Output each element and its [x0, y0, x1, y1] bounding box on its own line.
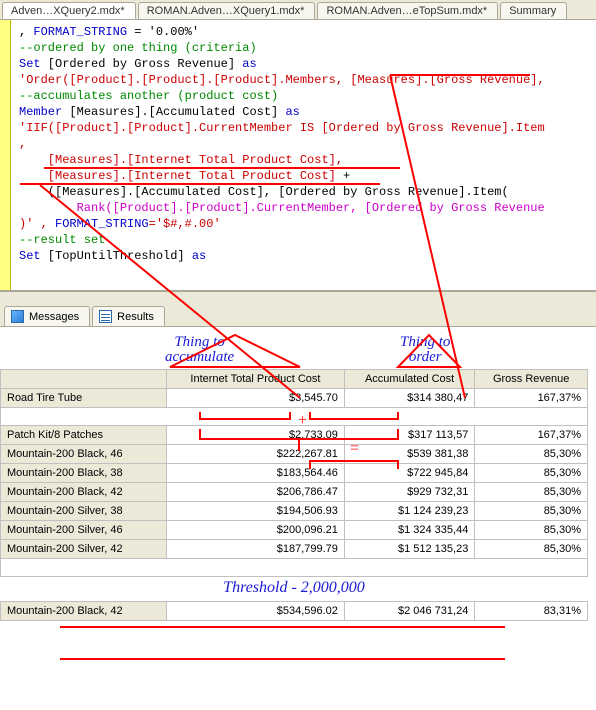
file-tab[interactable]: Summary: [500, 2, 567, 19]
row-header[interactable]: Mountain-200 Black, 42: [1, 602, 167, 621]
cell[interactable]: $194,506.93: [167, 502, 345, 521]
cell[interactable]: $1 512 135,23: [344, 540, 474, 559]
cell[interactable]: $3,545.70: [167, 389, 345, 408]
cell[interactable]: $314 380,47: [344, 389, 474, 408]
cell[interactable]: $1 124 239,23: [344, 502, 474, 521]
cell[interactable]: $200,096.21: [167, 521, 345, 540]
cell[interactable]: 85,30%: [475, 521, 588, 540]
cell[interactable]: 85,30%: [475, 502, 588, 521]
cell[interactable]: 85,30%: [475, 445, 588, 464]
cell[interactable]: $187,799.79: [167, 540, 345, 559]
row-header[interactable]: Mountain-200 Silver, 38: [1, 502, 167, 521]
header-row: Internet Total Product Cost Accumulated …: [1, 370, 588, 389]
cell[interactable]: 167,37%: [475, 426, 588, 445]
col-header[interactable]: Accumulated Cost: [344, 370, 474, 389]
annotation-order: Thing to order: [400, 335, 450, 365]
tab-label: Messages: [29, 311, 79, 323]
cell[interactable]: 83,31%: [475, 602, 588, 621]
results-icon: [99, 310, 112, 323]
cell[interactable]: 167,37%: [475, 389, 588, 408]
annotation-threshold: Threshold - 2,000,000: [1, 577, 588, 601]
col-header[interactable]: [1, 370, 167, 389]
row-header[interactable]: Mountain-200 Silver, 46: [1, 521, 167, 540]
results-tabs: Messages Results: [0, 291, 596, 327]
cell[interactable]: $206,786.47: [167, 483, 345, 502]
row-header[interactable]: Mountain-200 Silver, 42: [1, 540, 167, 559]
table-row: Mountain-200 Silver, 42 $187,799.79 $1 5…: [1, 540, 588, 559]
table-row: Mountain-200 Black, 42 $206,786.47 $929 …: [1, 483, 588, 502]
cell[interactable]: $183,564.46: [167, 464, 345, 483]
results-area: Thing to accumulate Thing to order Inter…: [0, 327, 596, 641]
editor-gutter: [0, 20, 11, 290]
table-row: Mountain-200 Black, 42 $534,596.02 $2 04…: [1, 602, 588, 621]
table-row: Mountain-200 Silver, 46 $200,096.21 $1 3…: [1, 521, 588, 540]
messages-tab[interactable]: Messages: [4, 306, 90, 326]
row-header[interactable]: Patch Kit/8 Patches: [1, 426, 167, 445]
table-row: Mountain-200 Silver, 38 $194,506.93 $1 1…: [1, 502, 588, 521]
cell[interactable]: $534,596.02: [167, 602, 345, 621]
cell[interactable]: $2 046 731,24: [344, 602, 474, 621]
cell[interactable]: $317 113,57: [344, 426, 474, 445]
row-header[interactable]: Mountain-200 Black, 46: [1, 445, 167, 464]
file-tab[interactable]: Adven…XQuery2.mdx*: [2, 2, 136, 19]
cell[interactable]: $539 381,38: [344, 445, 474, 464]
annotation-accumulate: Thing to accumulate: [165, 335, 234, 365]
cell[interactable]: $929 732,31: [344, 483, 474, 502]
results-grid: Internet Total Product Cost Accumulated …: [0, 369, 588, 621]
cell[interactable]: 85,30%: [475, 464, 588, 483]
code-editor[interactable]: , FORMAT_STRING = '0.00%' --ordered by o…: [0, 20, 596, 291]
results-tab[interactable]: Results: [92, 306, 165, 326]
cell[interactable]: $1 324 335,44: [344, 521, 474, 540]
cell[interactable]: $222,267.81: [167, 445, 345, 464]
file-tab[interactable]: ROMAN.Adven…XQuery1.mdx*: [138, 2, 316, 19]
table-row: Mountain-200 Black, 38 $183,564.46 $722 …: [1, 464, 588, 483]
code-text[interactable]: , FORMAT_STRING = '0.00%' --ordered by o…: [11, 20, 549, 290]
row-header[interactable]: Mountain-200 Black, 38: [1, 464, 167, 483]
row-header[interactable]: Mountain-200 Black, 42: [1, 483, 167, 502]
file-tabs: Adven…XQuery2.mdx* ROMAN.Adven…XQuery1.m…: [0, 0, 596, 20]
cell[interactable]: $722 945,84: [344, 464, 474, 483]
row-header[interactable]: Road Tire Tube: [1, 389, 167, 408]
tab-label: Results: [117, 311, 154, 323]
cell[interactable]: 85,30%: [475, 540, 588, 559]
messages-icon: [11, 310, 24, 323]
file-tab[interactable]: ROMAN.Adven…eTopSum.mdx*: [317, 2, 498, 19]
annotation-labels: Thing to accumulate Thing to order: [0, 333, 588, 369]
col-header[interactable]: Internet Total Product Cost: [167, 370, 345, 389]
table-row: Patch Kit/8 Patches $2,733.09 $317 113,5…: [1, 426, 588, 445]
col-header[interactable]: Gross Revenue: [475, 370, 588, 389]
cell[interactable]: 85,30%: [475, 483, 588, 502]
cell[interactable]: $2,733.09: [167, 426, 345, 445]
table-row: Mountain-200 Black, 46 $222,267.81 $539 …: [1, 445, 588, 464]
table-row: Road Tire Tube $3,545.70 $314 380,47 167…: [1, 389, 588, 408]
